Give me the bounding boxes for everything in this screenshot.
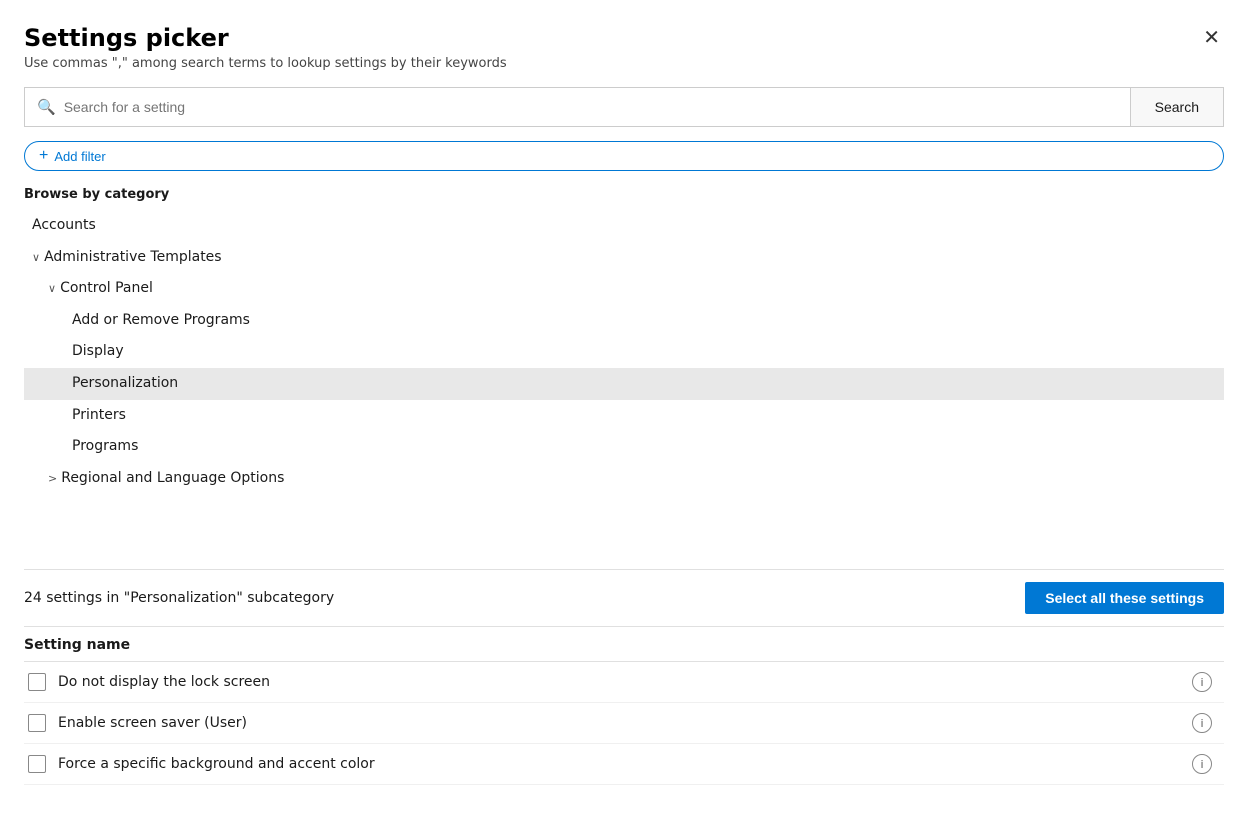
tree-panel[interactable]: Accounts ∨ Administrative Templates ∨ Contro…	[24, 210, 1224, 570]
tree-item[interactable]: Display	[24, 336, 1224, 368]
tree-item[interactable]: Personalization	[24, 368, 1224, 400]
tree-item-label: Regional and Language Options	[61, 469, 284, 489]
search-input-wrapper: 🔍	[24, 87, 1130, 127]
dialog-subtitle: Use commas "," among search terms to loo…	[24, 56, 1224, 71]
search-button[interactable]: Search	[1130, 87, 1224, 127]
chevron-icon: >	[48, 471, 57, 486]
search-input[interactable]	[64, 99, 1118, 115]
tree-item[interactable]: ∨ Control Panel	[24, 273, 1224, 305]
search-row: 🔍 Search	[24, 87, 1224, 127]
select-all-button[interactable]: Select all these settings	[1025, 582, 1224, 614]
setting-name: Do not display the lock screen	[58, 674, 1192, 690]
setting-checkbox[interactable]	[28, 714, 46, 732]
setting-item[interactable]: Force a specific background and accent c…	[24, 744, 1224, 785]
tree-item-label: Display	[72, 342, 124, 362]
tree-item[interactable]: Programs	[24, 431, 1224, 463]
settings-column-header: Setting name	[24, 627, 1224, 662]
settings-header: 24 settings in "Personalization" subcate…	[24, 570, 1224, 627]
dialog-header: Settings picker ✕	[24, 24, 1224, 52]
settings-picker-dialog: Settings picker ✕ Use commas "," among s…	[0, 0, 1248, 826]
tree-item[interactable]: Accounts	[24, 210, 1224, 242]
info-icon[interactable]: i	[1192, 754, 1212, 774]
setting-name: Force a specific background and accent c…	[58, 756, 1192, 772]
chevron-icon: ∨	[48, 281, 56, 296]
add-filter-button[interactable]: + Add filter	[24, 141, 1224, 171]
setting-item[interactable]: Enable screen saver (User)i	[24, 703, 1224, 744]
settings-list: Do not display the lock screeniEnable sc…	[24, 662, 1224, 826]
info-icon[interactable]: i	[1192, 672, 1212, 692]
tree-item-label: Personalization	[72, 374, 178, 394]
setting-name: Enable screen saver (User)	[58, 715, 1192, 731]
bottom-section: 24 settings in "Personalization" subcate…	[24, 570, 1224, 826]
settings-count: 24 settings in "Personalization" subcate…	[24, 590, 334, 606]
chevron-icon: ∨	[32, 250, 40, 265]
add-filter-label: Add filter	[54, 149, 105, 164]
tree-item-label: Add or Remove Programs	[72, 311, 250, 331]
search-icon: 🔍	[37, 98, 56, 116]
tree-item-label: Administrative Templates	[44, 248, 222, 268]
setting-item[interactable]: Do not display the lock screeni	[24, 662, 1224, 703]
close-button[interactable]: ✕	[1199, 24, 1224, 52]
browse-label: Browse by category	[24, 187, 1224, 202]
dialog-title: Settings picker	[24, 24, 229, 52]
tree-item[interactable]: Printers	[24, 400, 1224, 432]
setting-checkbox[interactable]	[28, 673, 46, 691]
plus-icon: +	[39, 147, 48, 165]
tree-item[interactable]: ∨ Administrative Templates	[24, 242, 1224, 274]
setting-checkbox[interactable]	[28, 755, 46, 773]
tree-item-label: Printers	[72, 406, 126, 426]
tree-item-label: Control Panel	[60, 279, 153, 299]
tree-item-label: Accounts	[32, 216, 96, 236]
tree-item[interactable]: > Regional and Language Options	[24, 463, 1224, 495]
info-icon[interactable]: i	[1192, 713, 1212, 733]
tree-item[interactable]: Add or Remove Programs	[24, 305, 1224, 337]
tree-item-label: Programs	[72, 437, 138, 457]
